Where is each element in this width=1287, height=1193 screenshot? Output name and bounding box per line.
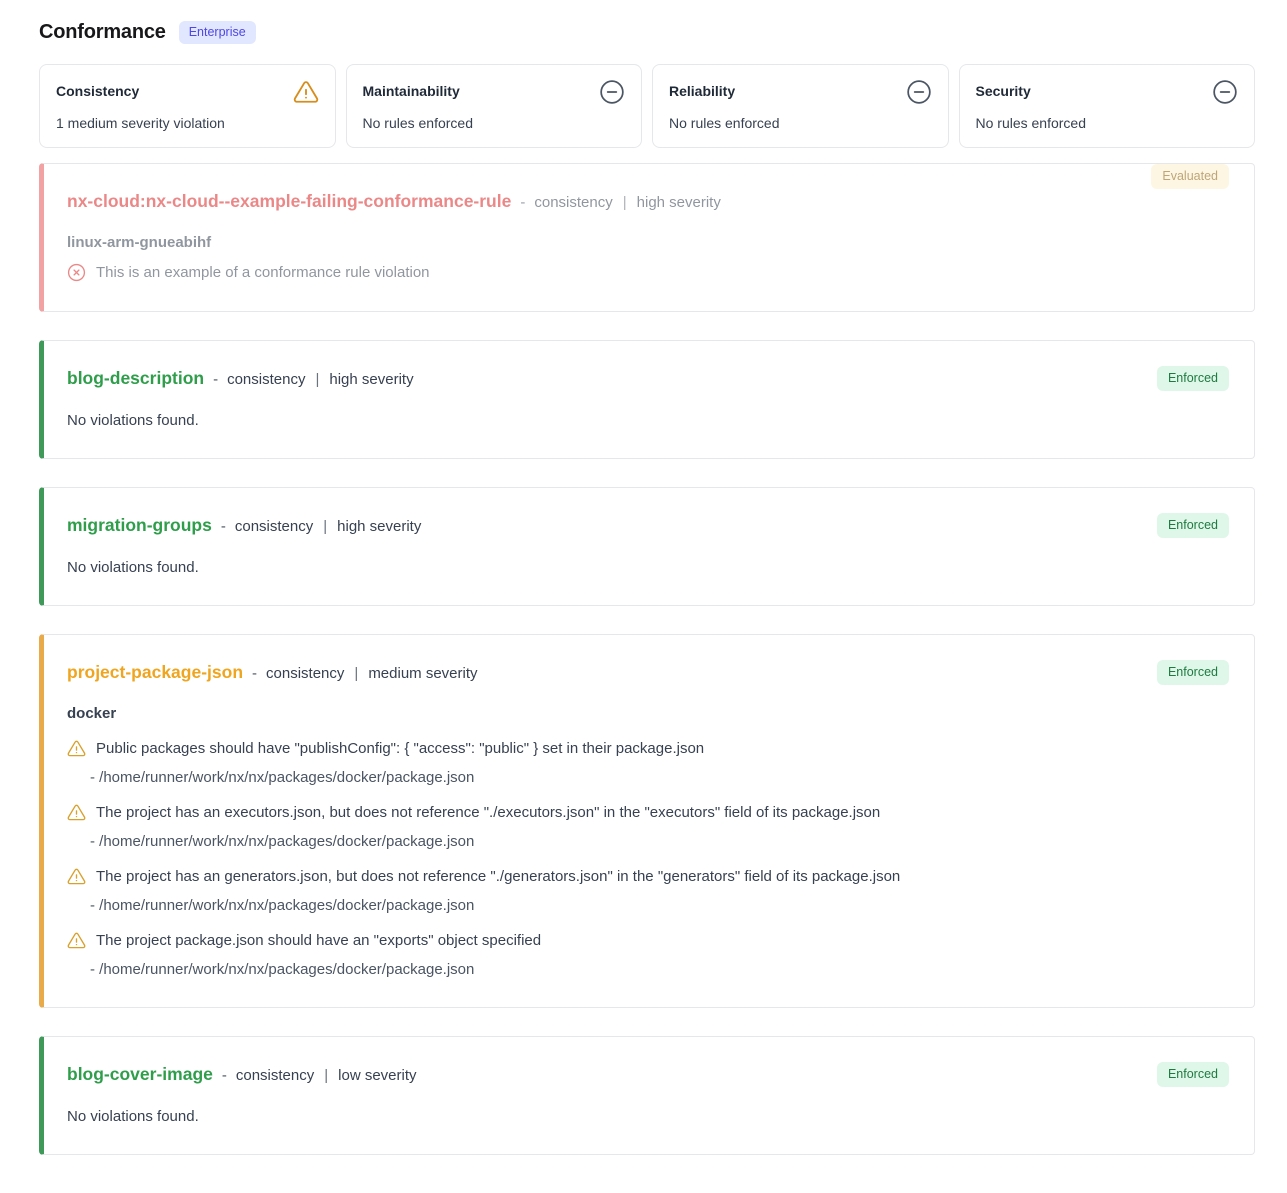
violation-item: The project package.json should have an …	[67, 930, 1226, 979]
rule-severity: low severity	[338, 1065, 416, 1086]
page-header: Conformance Enterprise	[39, 21, 1255, 44]
meta-pipe: |	[622, 192, 628, 213]
rule-card-blog-description: blog-description - consistency | high se…	[39, 340, 1255, 459]
violation-item: Public packages should have "publishConf…	[67, 738, 1226, 787]
violation-message: The project package.json should have an …	[96, 930, 541, 951]
warning-triangle-icon	[67, 738, 86, 758]
rule-category: consistency	[227, 369, 305, 390]
warning-triangle-icon	[293, 79, 319, 105]
warning-triangle-icon	[67, 866, 86, 886]
rule-card-blog-cover-image: blog-cover-image - consistency | low sev…	[39, 1036, 1255, 1155]
x-circle-icon	[67, 262, 86, 282]
summary-card-status: 1 medium severity violation	[56, 115, 319, 131]
violation-message: The project has an generators.json, but …	[96, 866, 900, 887]
violation-message: The project has an executors.json, but d…	[96, 802, 880, 823]
rule-severity: medium severity	[368, 663, 477, 684]
violation-item: This is an example of a conformance rule…	[67, 262, 1226, 283]
project-name: docker	[67, 705, 1226, 723]
summary-card-title: Reliability	[669, 79, 735, 99]
minus-circle-icon	[599, 79, 625, 105]
rule-name-link[interactable]: project-package-json	[67, 661, 243, 683]
summary-card-status: No rules enforced	[669, 115, 932, 131]
enterprise-badge: Enterprise	[179, 21, 256, 44]
summary-card-maintainability: Maintainability No rules enforced	[346, 64, 643, 148]
rule-category: consistency	[235, 516, 313, 537]
conformance-page: Conformance Enterprise Consistency 1 med…	[0, 0, 1287, 1192]
warning-triangle-icon	[67, 930, 86, 950]
rule-header: project-package-json - consistency | med…	[67, 661, 1226, 684]
rule-name-link[interactable]: migration-groups	[67, 514, 212, 536]
rule-header: blog-description - consistency | high se…	[67, 367, 1226, 390]
violation-file-path: - /home/runner/work/nx/nx/packages/docke…	[67, 896, 1226, 915]
violation-item: The project has an generators.json, but …	[67, 866, 1226, 915]
meta-dash: -	[252, 663, 257, 684]
violation-message: Public packages should have "publishConf…	[96, 738, 704, 759]
enforced-badge: Enforced	[1157, 1062, 1229, 1087]
rule-card-project-package-json: project-package-json - consistency | med…	[39, 634, 1255, 1008]
meta-dash: -	[520, 192, 525, 213]
rule-name-link[interactable]: blog-description	[67, 367, 204, 389]
rule-severity: high severity	[337, 516, 421, 537]
meta-pipe: |	[322, 516, 328, 537]
meta-pipe: |	[353, 663, 359, 684]
rule-cards-list: nx-cloud:nx-cloud--example-failing-confo…	[39, 163, 1255, 1155]
rule-header: blog-cover-image - consistency | low sev…	[67, 1063, 1226, 1086]
rule-category: consistency	[236, 1065, 314, 1086]
rule-severity: high severity	[329, 369, 413, 390]
summary-card-security: Security No rules enforced	[959, 64, 1256, 148]
violation-item: The project has an executors.json, but d…	[67, 802, 1226, 851]
summary-card-title: Security	[976, 79, 1031, 99]
violation-message: This is an example of a conformance rule…	[96, 262, 430, 283]
rule-name-link[interactable]: nx-cloud:nx-cloud--example-failing-confo…	[67, 190, 511, 212]
enforced-badge: Enforced	[1157, 660, 1229, 685]
warning-triangle-icon	[67, 802, 86, 822]
minus-circle-icon	[906, 79, 932, 105]
meta-pipe: |	[314, 369, 320, 390]
violation-file-path: - /home/runner/work/nx/nx/packages/docke…	[67, 960, 1226, 979]
summary-card-title: Maintainability	[363, 79, 460, 99]
rule-severity: high severity	[637, 192, 721, 213]
meta-pipe: |	[323, 1065, 329, 1086]
rule-name-link[interactable]: blog-cover-image	[67, 1063, 213, 1085]
no-violations-text: No violations found.	[67, 559, 1226, 577]
summary-card-consistency: Consistency 1 medium severity violation	[39, 64, 336, 148]
rule-card-migration-groups: migration-groups - consistency | high se…	[39, 487, 1255, 606]
rule-card-example-failing-conformance-rule: nx-cloud:nx-cloud--example-failing-confo…	[39, 163, 1255, 312]
enforced-badge: Enforced	[1157, 513, 1229, 538]
project-name: linux-arm-gnueabihf	[67, 234, 1226, 252]
meta-dash: -	[213, 369, 218, 390]
evaluated-badge: Evaluated	[1151, 164, 1229, 189]
violation-file-path: - /home/runner/work/nx/nx/packages/docke…	[67, 832, 1226, 851]
meta-dash: -	[221, 516, 226, 537]
summary-cards-row: Consistency 1 medium severity violation …	[39, 64, 1255, 148]
summary-card-status: No rules enforced	[363, 115, 626, 131]
rule-category: consistency	[266, 663, 344, 684]
summary-card-title: Consistency	[56, 79, 139, 99]
minus-circle-icon	[1212, 79, 1238, 105]
page-title: Conformance	[39, 21, 166, 44]
rule-header: migration-groups - consistency | high se…	[67, 514, 1226, 537]
no-violations-text: No violations found.	[67, 1108, 1226, 1126]
rule-category: consistency	[534, 192, 612, 213]
enforced-badge: Enforced	[1157, 366, 1229, 391]
summary-card-status: No rules enforced	[976, 115, 1239, 131]
meta-dash: -	[222, 1065, 227, 1086]
no-violations-text: No violations found.	[67, 412, 1226, 430]
summary-card-reliability: Reliability No rules enforced	[652, 64, 949, 148]
rule-header: nx-cloud:nx-cloud--example-failing-confo…	[67, 190, 1226, 213]
violation-file-path: - /home/runner/work/nx/nx/packages/docke…	[67, 768, 1226, 787]
